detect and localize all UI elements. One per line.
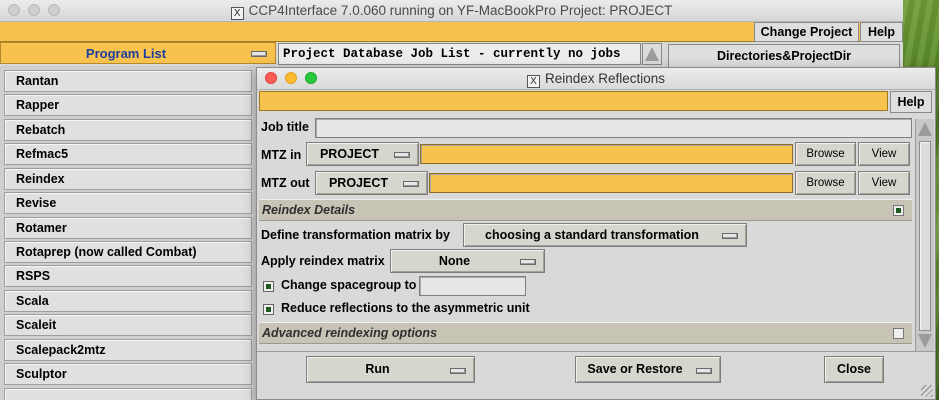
mtz-out-file-input[interactable] bbox=[429, 173, 793, 193]
define-matrix-label: Define transformation matrix by bbox=[261, 228, 450, 242]
program-item-sculptor[interactable]: Sculptor bbox=[4, 363, 252, 385]
x11-icon: X bbox=[230, 7, 244, 20]
advanced-options-title: Advanced reindexing options bbox=[262, 326, 438, 340]
program-item-rsps[interactable]: RSPS bbox=[4, 265, 252, 287]
program-list: Rantan Rapper Rebatch Refmac5 Reindex Re… bbox=[0, 66, 256, 400]
scrollbar-thumb[interactable] bbox=[919, 141, 931, 331]
reduce-asymmetric-checkbox[interactable] bbox=[263, 304, 274, 315]
change-spacegroup-label: Change spacegroup to bbox=[281, 278, 417, 292]
dialog-title: X Reindex Reflections bbox=[257, 71, 935, 88]
reindex-dialog: X Reindex Reflections Help Job title MTZ … bbox=[256, 67, 936, 400]
apply-matrix-menu[interactable]: None bbox=[390, 249, 545, 273]
dialog-divider bbox=[257, 351, 935, 352]
section-toggle-unchecked-icon[interactable] bbox=[893, 328, 904, 339]
job-title-label: Job title bbox=[261, 120, 309, 134]
close-button[interactable]: Close bbox=[824, 356, 884, 383]
mtz-in-label: MTZ in bbox=[261, 148, 302, 162]
advanced-options-section[interactable]: Advanced reindexing options bbox=[259, 322, 912, 344]
mtz-out-view-button[interactable]: View bbox=[858, 171, 910, 195]
mtz-out-project-menu[interactable]: PROJECT bbox=[315, 171, 428, 195]
directories-projectdir-button[interactable]: Directories&ProjectDir bbox=[668, 44, 900, 68]
resize-grip-icon[interactable] bbox=[921, 385, 933, 397]
menu-indicator-icon bbox=[394, 152, 410, 158]
mtz-in-project-menu[interactable]: PROJECT bbox=[306, 142, 419, 166]
database-scroll-up-button[interactable] bbox=[642, 43, 662, 65]
reindex-details-title: Reindex Details bbox=[262, 203, 356, 217]
mtz-in-file-input[interactable] bbox=[420, 144, 793, 164]
menu-indicator-icon bbox=[520, 259, 536, 265]
apply-matrix-label: Apply reindex matrix bbox=[261, 254, 385, 268]
change-project-button[interactable]: Change Project bbox=[754, 22, 859, 42]
program-item-partial[interactable] bbox=[4, 388, 252, 400]
mtz-in-browse-button[interactable]: Browse bbox=[795, 142, 856, 166]
main-window-titlebar: X CCP4Interface 7.0.060 running on YF-Mac… bbox=[0, 0, 903, 22]
main-help-button[interactable]: Help bbox=[860, 22, 903, 42]
menu-indicator-icon bbox=[450, 368, 466, 374]
project-database-label: Project Database Job List - currently no… bbox=[278, 43, 641, 65]
program-item-rotaprep[interactable]: Rotaprep (now called Combat) bbox=[4, 241, 252, 263]
mtz-out-browse-button[interactable]: Browse bbox=[795, 171, 856, 195]
up-arrow-icon[interactable] bbox=[918, 122, 932, 136]
program-list-menu[interactable]: Program List bbox=[0, 42, 276, 64]
program-item-revise[interactable]: Revise bbox=[4, 192, 252, 214]
program-item-reindex[interactable]: Reindex bbox=[4, 168, 252, 190]
program-list-title: Program List bbox=[85, 46, 167, 61]
run-button[interactable]: Run bbox=[306, 356, 475, 383]
save-or-restore-button[interactable]: Save or Restore bbox=[575, 356, 721, 383]
dialog-help-button[interactable]: Help bbox=[890, 91, 932, 113]
dialog-help-bar bbox=[259, 91, 888, 111]
down-arrow-icon[interactable] bbox=[918, 334, 932, 348]
up-arrow-icon bbox=[645, 47, 659, 61]
change-spacegroup-input[interactable] bbox=[419, 276, 526, 296]
x11-icon: X bbox=[526, 75, 540, 88]
menu-indicator-icon bbox=[722, 233, 738, 239]
define-matrix-menu[interactable]: choosing a standard transformation bbox=[463, 223, 747, 247]
mtz-out-label: MTZ out bbox=[261, 176, 310, 190]
program-item-scalepack2mtz[interactable]: Scalepack2mtz bbox=[4, 339, 252, 361]
main-menu-bar: Change Project Help bbox=[0, 22, 903, 42]
program-item-rebatch[interactable]: Rebatch bbox=[4, 119, 252, 141]
program-item-rantan[interactable]: Rantan bbox=[4, 70, 252, 92]
program-item-scaleit[interactable]: Scaleit bbox=[4, 314, 252, 336]
menu-indicator-icon bbox=[403, 181, 419, 187]
dialog-scrollbar[interactable] bbox=[915, 119, 934, 351]
reindex-details-section[interactable]: Reindex Details bbox=[259, 199, 912, 221]
menu-indicator-icon bbox=[696, 368, 712, 374]
dialog-titlebar: X Reindex Reflections bbox=[257, 68, 935, 90]
change-spacegroup-checkbox[interactable] bbox=[263, 281, 274, 292]
menu-indicator-icon bbox=[251, 51, 267, 57]
reduce-asymmetric-label: Reduce reflections to the asymmetric uni… bbox=[281, 301, 530, 315]
section-toggle-checked-icon[interactable] bbox=[893, 205, 904, 216]
program-item-scala[interactable]: Scala bbox=[4, 290, 252, 312]
program-item-refmac5[interactable]: Refmac5 bbox=[4, 143, 252, 165]
mtz-in-view-button[interactable]: View bbox=[858, 142, 910, 166]
job-title-input[interactable] bbox=[315, 118, 912, 138]
main-window-title: X CCP4Interface 7.0.060 running on YF-Mac… bbox=[0, 3, 903, 20]
program-item-rotamer[interactable]: Rotamer bbox=[4, 217, 252, 239]
program-item-rapper[interactable]: Rapper bbox=[4, 94, 252, 116]
